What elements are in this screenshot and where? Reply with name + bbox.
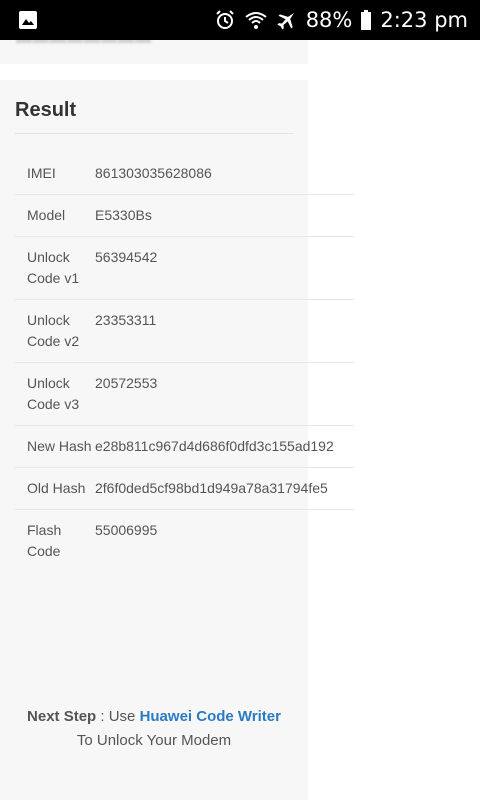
row-label: Unlock Code v3: [27, 375, 80, 412]
row-label: Unlock Code v1: [27, 249, 80, 286]
result-table: IMEI 861303035628086 Model E5330Bs Unloc…: [15, 153, 354, 572]
previous-card: ▬▬▬▬▬▬▬▬: [0, 40, 308, 64]
row-label: IMEI: [27, 165, 56, 181]
clock-time: 2:23 pm: [380, 8, 468, 32]
battery-percentage: 88%: [305, 8, 353, 32]
row-value: e28b811c967d4d686f0dfd3c155ad192: [95, 438, 334, 454]
image-icon: [18, 10, 38, 30]
title-divider: [15, 133, 293, 134]
row-label: Model: [27, 207, 66, 223]
row-value: 23353311: [95, 312, 157, 328]
row-value: 55006995: [95, 522, 158, 538]
table-row: Model E5330Bs: [15, 194, 354, 236]
result-title: Result: [15, 99, 77, 121]
next-step-suffix: To Unlock Your Modem: [76, 732, 232, 749]
row-label: Flash Code: [27, 522, 62, 559]
page-content: ▬▬▬▬▬▬▬▬ Result IMEI 861303035628086 Mod…: [0, 40, 480, 800]
row-label: Old Hash: [27, 480, 86, 496]
next-step-separator: : Use: [96, 708, 140, 725]
result-panel: Result IMEI 861303035628086 Model E5330B…: [0, 80, 354, 800]
row-label: New Hash: [27, 438, 92, 454]
table-row: Unlock Code v3 20572553: [15, 362, 354, 425]
row-value: 20572553: [95, 375, 158, 391]
row-value: 861303035628086: [95, 165, 212, 181]
wifi-icon: [244, 9, 268, 31]
status-bar: 88% 2:23 pm: [0, 0, 480, 40]
alarm-icon: [214, 9, 236, 31]
next-step-message: Next Step : Use Huawei Code Writer To Un…: [0, 705, 308, 753]
airplane-icon: [276, 9, 298, 31]
table-row: Unlock Code v1 56394542: [15, 236, 354, 299]
row-value: E5330Bs: [95, 207, 152, 223]
table-row: Unlock Code v2 23353311: [15, 299, 354, 362]
row-value: 2f6f0ded5cf98bd1d949a78a31794fe5: [95, 480, 328, 496]
row-label: Unlock Code v2: [27, 312, 80, 349]
battery-icon: [360, 9, 372, 31]
table-row: Old Hash 2f6f0ded5cf98bd1d949a78a31794fe…: [15, 467, 354, 509]
row-value: 56394542: [95, 249, 158, 265]
next-step-label: Next Step: [27, 708, 97, 725]
table-row: IMEI 861303035628086: [15, 153, 354, 194]
huawei-code-writer-link[interactable]: Huawei Code Writer: [140, 708, 281, 725]
table-row: New Hash e28b811c967d4d686f0dfd3c155ad19…: [15, 425, 354, 467]
table-row: Flash Code 55006995: [15, 509, 354, 572]
previous-card-text: ▬▬▬▬▬▬▬▬: [16, 40, 152, 48]
